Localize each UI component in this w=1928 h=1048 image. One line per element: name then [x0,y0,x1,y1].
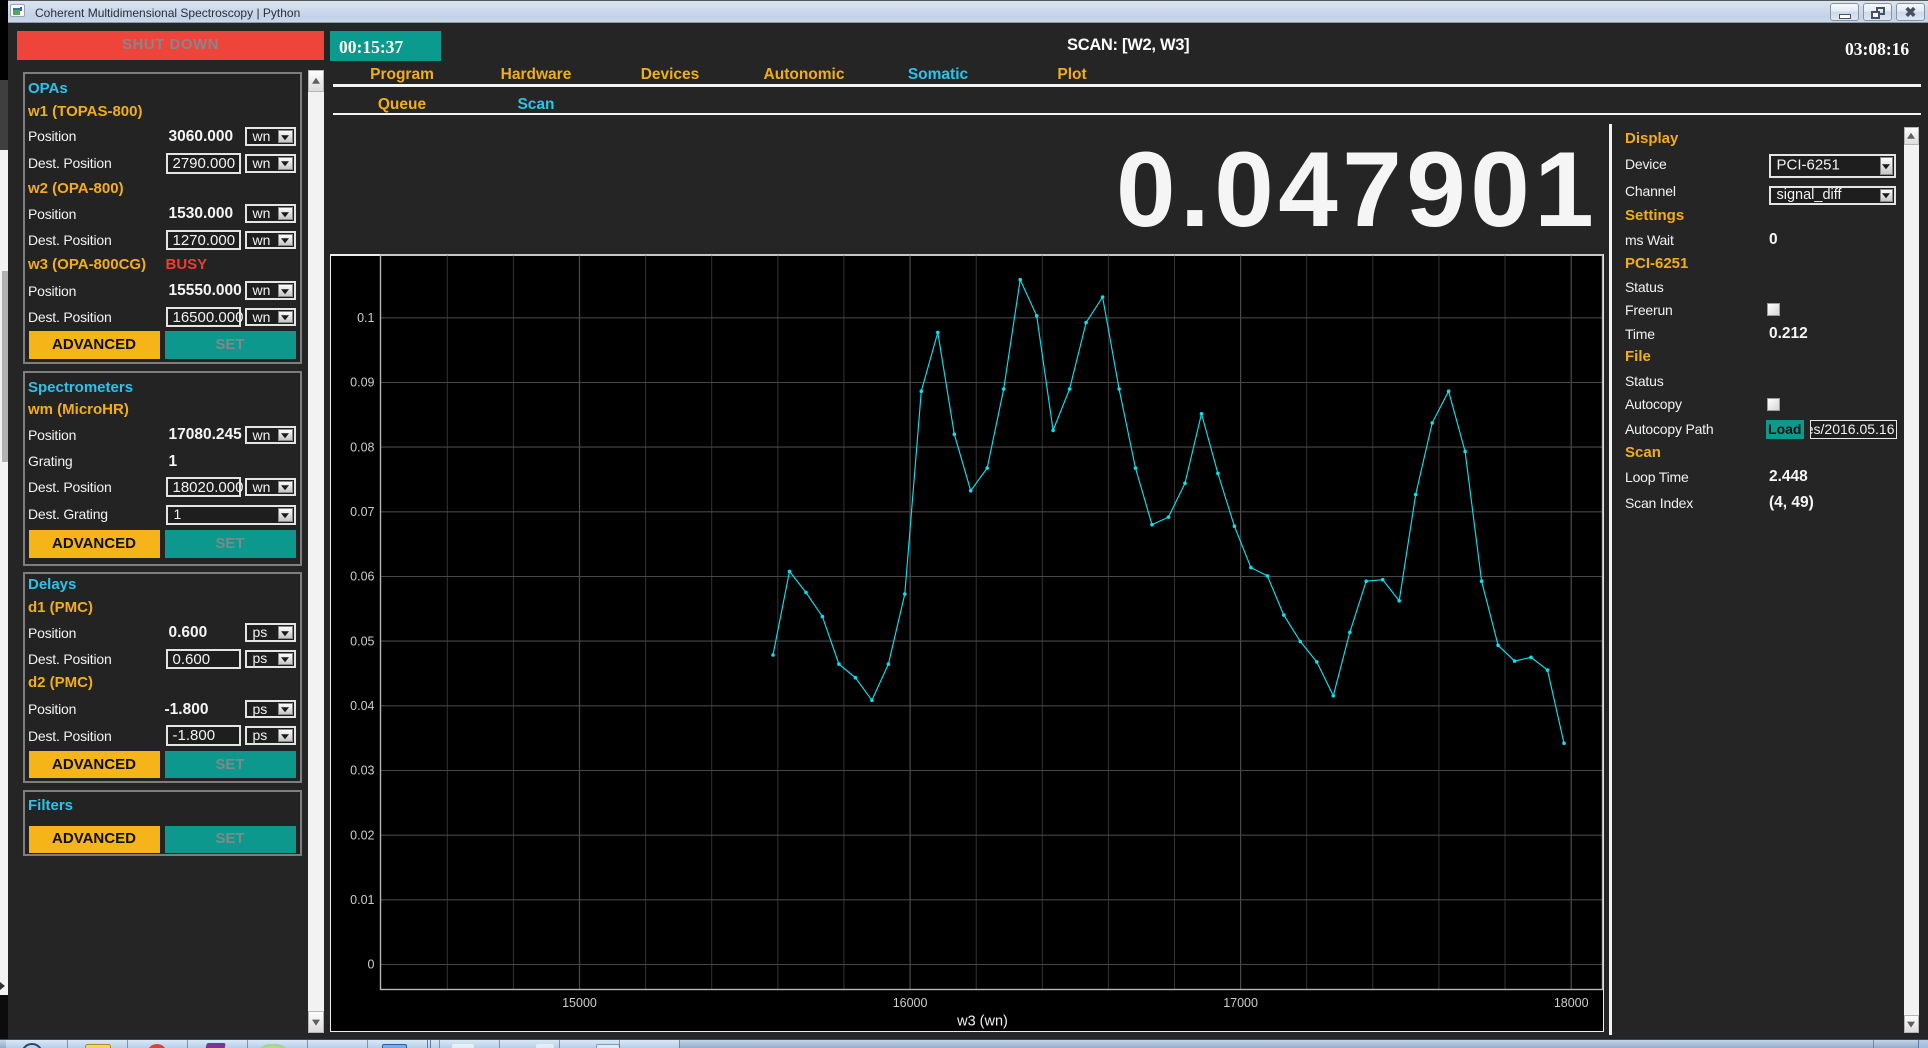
svg-text:0.03: 0.03 [350,764,374,778]
svg-text:0: 0 [367,958,374,972]
svg-text:0.02: 0.02 [350,828,374,842]
svg-text:0.06: 0.06 [350,570,374,584]
svg-text:16000: 16000 [892,996,927,1010]
svg-text:0.1: 0.1 [357,311,374,325]
svg-text:w3 (wn): w3 (wn) [956,1014,1008,1030]
svg-text:0.01: 0.01 [350,893,374,907]
svg-text:17000: 17000 [1223,996,1258,1010]
svg-text:0.07: 0.07 [350,505,374,519]
svg-text:0.09: 0.09 [350,376,374,390]
svg-text:15000: 15000 [562,996,597,1010]
svg-text:18000: 18000 [1553,996,1588,1010]
